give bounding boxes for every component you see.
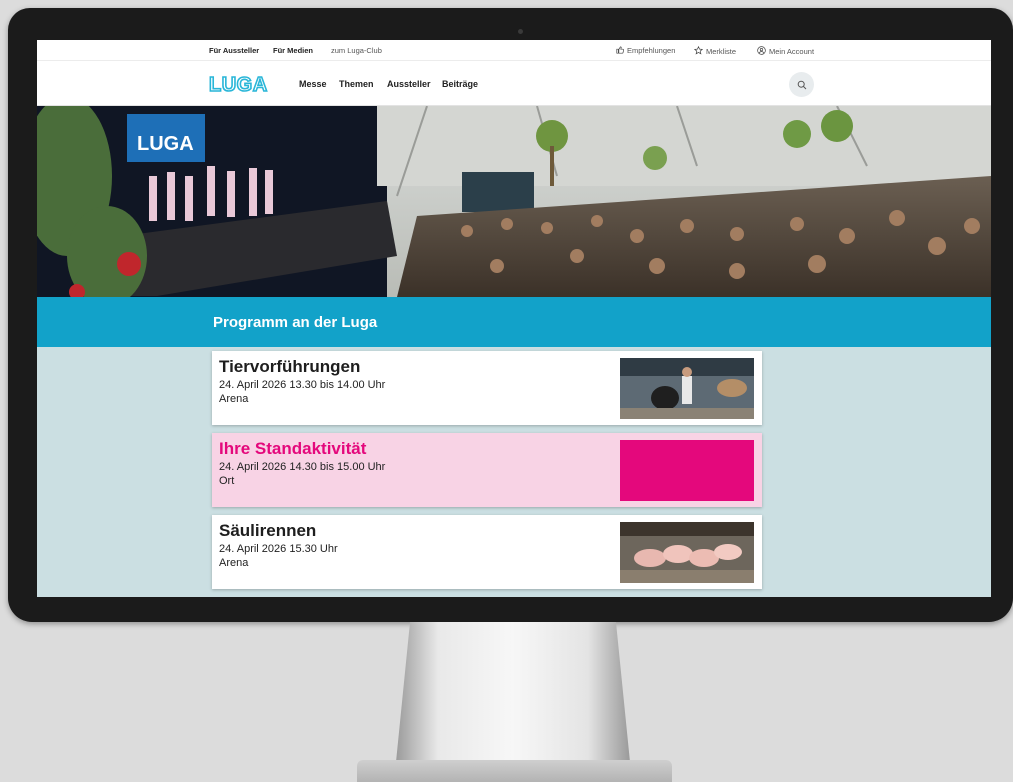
link-merkliste[interactable]: Merkliste — [694, 46, 736, 56]
event-location: Arena — [219, 393, 249, 405]
mein-account-label: Mein Account — [769, 47, 815, 56]
event-date: 24. April 2026 14.30 bis 15.00 Uhr — [219, 461, 386, 473]
nav-beitraege[interactable]: Beiträge — [442, 79, 478, 89]
event-date: 24. April 2026 13.30 bis 14.00 Uhr — [219, 379, 386, 391]
event-location: Ort — [219, 475, 235, 487]
event-title: Tiervorführungen — [219, 357, 361, 376]
nav-themen[interactable]: Themen — [339, 79, 374, 89]
search-icon — [797, 80, 806, 89]
stage-banner-text: LUGA — [137, 133, 194, 155]
link-mein-account[interactable]: Mein Account — [757, 46, 814, 56]
user-circle-icon — [757, 46, 766, 55]
event-location: Arena — [219, 557, 249, 569]
camera — [518, 29, 523, 34]
program-card[interactable]: Tiervorführungen 24. April 2026 13.30 bi… — [212, 351, 762, 425]
link-fuer-medien[interactable]: Für Medien — [273, 46, 313, 55]
event-title: Ihre Standaktivität — [219, 439, 367, 458]
search-button[interactable] — [789, 72, 814, 97]
hero-image: LUGA — [37, 106, 991, 297]
monitor-stand-base — [357, 760, 672, 782]
event-title: Säulirennen — [219, 521, 317, 540]
empfehlungen-label: Empfehlungen — [627, 46, 676, 55]
program-card[interactable]: Säulirennen 24. April 2026 15.30 Uhr Are… — [212, 515, 762, 589]
link-fuer-aussteller[interactable]: Für Aussteller — [209, 46, 259, 55]
event-thumbnail-placeholder — [620, 440, 754, 501]
link-luga-club[interactable]: zum Luga-Club — [331, 46, 382, 55]
svg-text:LUGA: LUGA — [209, 74, 268, 94]
event-thumbnail — [620, 522, 754, 583]
screen: Für Aussteller Für Medien zum Luga-Club … — [37, 40, 991, 597]
program-header: Programm an der Luga — [37, 297, 991, 347]
main-header: LUGA Messe Themen Aussteller Beiträge — [37, 61, 991, 106]
star-icon — [694, 46, 703, 55]
utility-bar: Für Aussteller Für Medien zum Luga-Club … — [37, 40, 991, 61]
program-title: Programm an der Luga — [213, 314, 378, 331]
monitor-stand — [396, 622, 630, 762]
thumbs-up-icon — [616, 46, 624, 54]
event-hall-photo: LUGA — [37, 106, 991, 297]
event-thumbnail — [620, 358, 754, 419]
merkliste-label: Merkliste — [706, 47, 737, 56]
nav-aussteller[interactable]: Aussteller — [387, 79, 431, 89]
nav-messe[interactable]: Messe — [299, 79, 327, 89]
program-card[interactable]: Ihre Standaktivität 24. April 2026 14.30… — [212, 433, 762, 507]
link-empfehlungen[interactable]: Empfehlungen — [616, 46, 675, 55]
luga-logo[interactable]: LUGA — [209, 74, 279, 94]
event-date: 24. April 2026 15.30 Uhr — [219, 543, 338, 555]
